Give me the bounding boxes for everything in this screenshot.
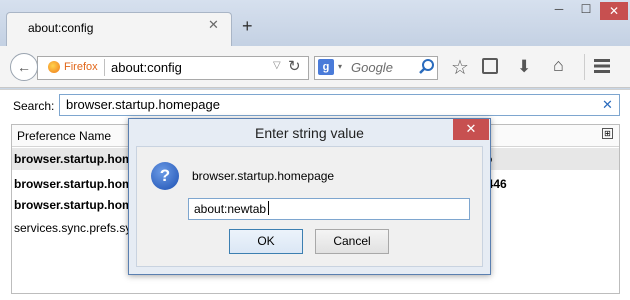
history-dropdown-icon[interactable]: ▽ [273,60,281,71]
cancel-button[interactable]: Cancel [315,229,389,254]
url-text[interactable]: about:config [111,60,182,75]
google-engine-icon[interactable]: g [318,59,334,75]
column-header-preference-name[interactable]: Preference Name [17,129,111,143]
question-icon: ? [151,162,179,190]
string-value-input-text[interactable]: about:newtab [194,202,266,216]
dialog-close-button[interactable]: ✕ [453,119,489,140]
download-icon[interactable]: ⬇ [517,57,531,77]
clear-filter-icon[interactable]: ✕ [602,97,613,113]
filter-label: Search: [13,99,55,113]
window-maximize-button[interactable]: ☐ [573,2,599,20]
filter-input-value[interactable]: browser.startup.homepage [66,97,220,112]
firefox-identity-icon[interactable] [48,61,60,73]
window-minimize-button[interactable]: ─ [546,2,572,20]
ok-button[interactable]: OK [229,229,303,254]
tab-title: about:config [28,21,94,35]
toolbar-divider [584,54,585,80]
home-icon[interactable]: ⌂ [553,55,564,76]
window-close-button[interactable]: ✕ [600,2,628,20]
column-picker-icon[interactable]: ⊞ [602,128,613,139]
reload-icon[interactable]: ↻ [288,57,301,75]
bookmark-star-icon[interactable]: ☆ [451,55,469,80]
tab-close-icon[interactable]: ✕ [208,17,219,33]
engine-dropdown-icon[interactable]: ▾ [338,62,342,71]
identity-label[interactable]: Firefox [64,61,98,73]
table-row-name[interactable]: browser.startup.home [14,177,139,191]
dialog-message: browser.startup.homepage [192,169,335,183]
dialog-title: Enter string value [255,125,364,141]
url-divider [104,59,105,76]
search-icon[interactable] [418,57,436,77]
table-row-name[interactable]: browser.startup.home [14,198,139,212]
text-caret [268,201,269,215]
table-row-name[interactable]: browser.startup.home [14,152,139,166]
search-input[interactable]: Google [351,60,393,75]
new-tab-icon[interactable]: + [242,16,253,37]
table-row-name[interactable]: services.sync.prefs.sy [14,221,131,235]
hamburger-menu-icon[interactable] [594,59,610,73]
back-button[interactable]: ← [10,53,38,81]
bookmarks-menu-icon[interactable] [482,58,498,74]
